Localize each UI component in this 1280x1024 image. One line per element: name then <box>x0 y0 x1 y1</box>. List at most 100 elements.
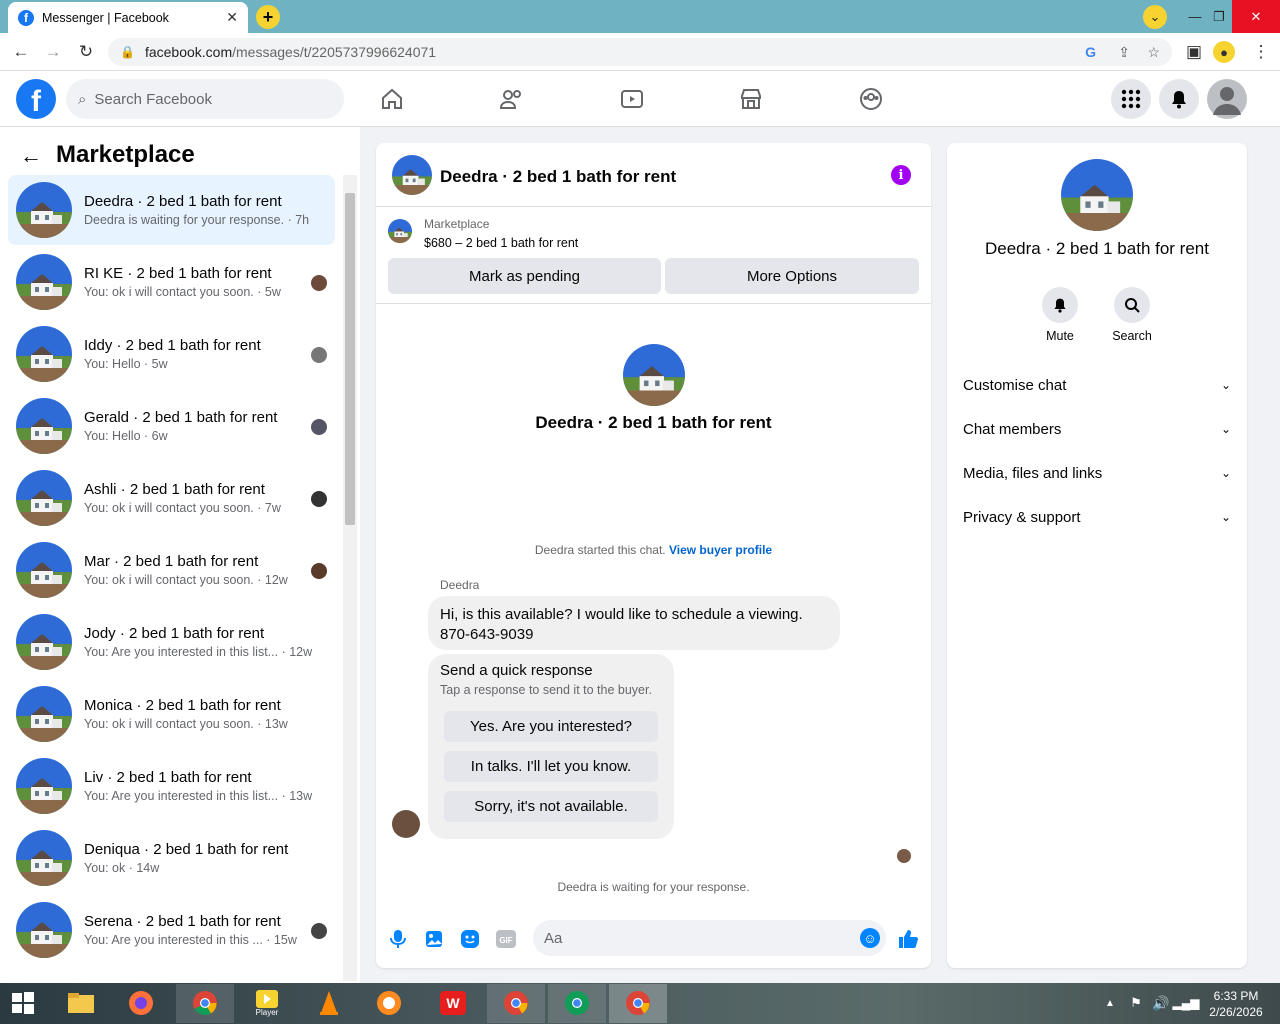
more-options-button[interactable]: More Options <box>665 258 919 294</box>
tab-search-icon[interactable]: ⌄ <box>1143 4 1167 29</box>
privacy-support-row[interactable]: Privacy & support ⌄ <box>963 495 1231 539</box>
google-icon[interactable]: G <box>1085 44 1096 60</box>
chat-title[interactable]: Deedra · 2 bed 1 bath for rent <box>440 167 676 187</box>
message-bubble[interactable]: Hi, is this available? I would like to s… <box>428 596 840 650</box>
chat-avatar[interactable] <box>392 155 432 195</box>
seen-by-avatar <box>311 347 327 363</box>
details-avatar[interactable] <box>1061 159 1133 231</box>
back-arrow-icon[interactable]: ← <box>10 41 32 63</box>
reload-icon[interactable]: ↻ <box>75 41 97 63</box>
chrome-icon[interactable] <box>560 987 594 1019</box>
listing-thumbnail[interactable] <box>388 219 412 243</box>
conversation-item[interactable]: Ashli · 2 bed 1 bath for rent You: ok i w… <box>8 463 335 533</box>
conversation-avatar <box>16 758 72 814</box>
quick-response-subtitle: Tap a response to send it to the buyer. <box>440 683 652 697</box>
view-buyer-profile-link[interactable]: View buyer profile <box>669 543 772 557</box>
conversation-preview: You: ok i will contact you soon. · 5w <box>84 285 281 299</box>
quick-reply-yes-button[interactable]: Yes. Are you interested? <box>444 711 658 742</box>
intro-avatar[interactable] <box>623 344 685 406</box>
network-signal-icon[interactable]: ▂▄▆ <box>1173 987 1200 1019</box>
file-explorer-icon[interactable] <box>64 987 98 1019</box>
tab-title: Messenger | Facebook <box>42 10 169 25</box>
conversation-item[interactable]: Iddy · 2 bed 1 bath for rent You: Hello ·… <box>8 319 335 389</box>
chat-members-row[interactable]: Chat members ⌄ <box>963 407 1231 451</box>
windows-start-icon[interactable] <box>6 987 40 1019</box>
browser-tab[interactable]: f Messenger | Facebook ✕ <box>8 2 248 33</box>
chrome-icon[interactable] <box>621 987 655 1019</box>
sticker-icon[interactable] <box>459 928 481 950</box>
groups-icon[interactable] <box>855 83 887 115</box>
media-files-links-row[interactable]: Media, files and links ⌄ <box>963 451 1231 495</box>
info-icon[interactable]: i <box>891 165 911 185</box>
quick-reply-in-talks-button[interactable]: In talks. I'll let you know. <box>444 751 658 782</box>
mark-as-pending-button[interactable]: Mark as pending <box>388 258 661 294</box>
conversation-item[interactable]: Monica · 2 bed 1 bath for rent You: ok i … <box>8 679 335 749</box>
chat-details-panel: Deedra · 2 bed 1 bath for rent Mute Sear… <box>947 143 1247 968</box>
minimize-button[interactable]: — <box>1182 0 1208 33</box>
chevron-down-icon: ⌄ <box>1220 378 1231 392</box>
message-input[interactable]: Aa ☺ <box>533 920 886 956</box>
share-icon[interactable]: ⇪ <box>1118 44 1130 61</box>
home-icon[interactable] <box>376 83 408 115</box>
tab-close-icon[interactable]: ✕ <box>226 9 238 26</box>
firefox-icon[interactable] <box>124 987 158 1019</box>
bookmark-star-icon[interactable]: ☆ <box>1147 44 1160 61</box>
conversation-scrollbar[interactable] <box>343 175 357 981</box>
account-avatar-icon[interactable] <box>1207 79 1247 119</box>
conversation-preview: You: ok i will contact you soon. · 7w <box>84 501 281 515</box>
seen-by-avatar <box>311 275 327 291</box>
forward-arrow-icon[interactable]: → <box>42 41 64 63</box>
quick-reply-not-available-button[interactable]: Sorry, it's not available. <box>444 791 658 822</box>
address-bar[interactable]: 🔒 facebook.com/messages/t/22057379966240… <box>108 38 1172 66</box>
conversation-item[interactable]: Deniqua · 2 bed 1 bath for rent You: ok ·… <box>8 823 335 893</box>
conversation-name: Iddy · 2 bed 1 bath for rent <box>84 337 261 354</box>
clock-time: 6:33 PM <box>1213 989 1259 1003</box>
action-center-flag-icon[interactable]: ⚑ <box>1124 987 1148 1019</box>
emoji-icon[interactable]: ☺ <box>860 928 880 948</box>
mute-label: Mute <box>1046 329 1074 343</box>
tray-chevron-icon[interactable]: ▲ <box>1100 987 1120 1019</box>
thumbs-up-icon[interactable] <box>897 928 919 950</box>
conversation-item[interactable]: Liv · 2 bed 1 bath for rent You: Are you … <box>8 751 335 821</box>
chrome-icon[interactable] <box>499 987 533 1019</box>
friends-icon[interactable] <box>496 83 528 115</box>
vlc-icon[interactable] <box>312 987 346 1019</box>
new-tab-button[interactable]: + <box>256 5 280 29</box>
system-clock[interactable]: 6:33 PM 2/26/2026 <box>1200 988 1272 1020</box>
wps-office-icon[interactable]: W <box>436 987 470 1019</box>
conversation-item[interactable]: Mar · 2 bed 1 bath for rent You: ok i wil… <box>8 535 335 605</box>
menu-grid-icon[interactable] <box>1111 79 1151 119</box>
facebook-logo[interactable]: f <box>16 79 56 119</box>
conversation-preview: Deedra is waiting for your response. · 7… <box>84 213 310 227</box>
side-panel-icon[interactable]: ▣ <box>1183 41 1205 63</box>
search-in-chat-button[interactable]: Search <box>1102 287 1162 343</box>
profile-avatar-icon[interactable]: ● <box>1213 41 1235 63</box>
microphone-icon[interactable] <box>387 928 409 950</box>
conversation-item[interactable]: RI KE · 2 bed 1 bath for rent You: ok i w… <box>8 247 335 317</box>
player-app-icon[interactable]: Player <box>250 987 284 1019</box>
photo-attach-icon[interactable] <box>423 928 445 950</box>
notifications-bell-icon[interactable] <box>1159 79 1199 119</box>
volume-icon[interactable]: 🔊 <box>1149 987 1173 1019</box>
conversation-item[interactable]: Gerald · 2 bed 1 bath for rent You: Hello… <box>8 391 335 461</box>
gif-icon[interactable]: GIF <box>495 928 517 950</box>
conversation-item[interactable]: Deedra · 2 bed 1 bath for rent Deedra is … <box>8 175 335 245</box>
conversation-item[interactable]: Jody · 2 bed 1 bath for rent You: Are you… <box>8 607 335 677</box>
facebook-header: f ⌕ Search Facebook <box>0 71 1280 127</box>
close-window-button[interactable]: ✕ <box>1232 0 1280 33</box>
sender-avatar[interactable] <box>392 810 420 838</box>
customise-chat-row[interactable]: Customise chat ⌄ <box>963 363 1231 407</box>
mute-button[interactable]: Mute <box>1030 287 1090 343</box>
restore-button[interactable]: ❐ <box>1206 0 1232 33</box>
back-arrow-icon[interactable]: ← <box>20 143 42 169</box>
search-facebook-input[interactable]: ⌕ Search Facebook <box>66 79 344 119</box>
marketplace-icon[interactable] <box>735 83 767 115</box>
chrome-icon[interactable] <box>188 987 222 1019</box>
uc-browser-icon[interactable] <box>372 987 406 1019</box>
scrollbar-thumb[interactable] <box>345 193 355 525</box>
conversation-item[interactable]: Serena · 2 bed 1 bath for rent You: Are y… <box>8 895 335 965</box>
chrome-menu-icon[interactable]: ⋮ <box>1250 41 1272 63</box>
watch-video-icon[interactable] <box>616 83 648 115</box>
chevron-down-icon: ⌄ <box>1220 422 1231 436</box>
listing-detail[interactable]: $680 – 2 bed 1 bath for rent <box>424 236 578 250</box>
